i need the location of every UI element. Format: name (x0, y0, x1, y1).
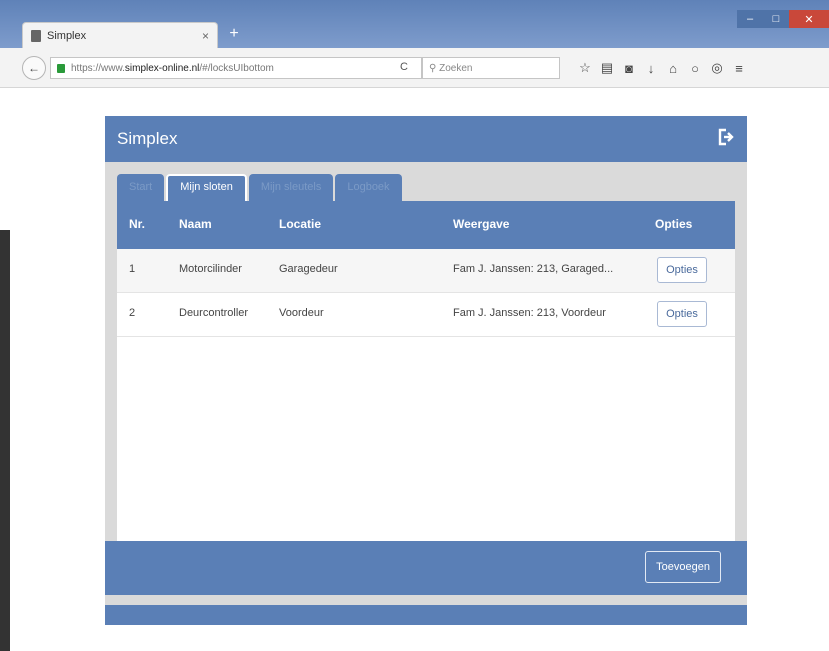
add-button[interactable]: Toevoegen (645, 551, 721, 583)
close-window-icon[interactable]: ✕ (789, 10, 829, 28)
back-button[interactable]: ← (22, 56, 46, 80)
simplex-app: Simplex Start Mijn sloten Mijn sleutels … (105, 116, 747, 625)
column-header-weergave: Weergave (453, 217, 510, 231)
cell-naam: Deurcontroller (179, 307, 249, 319)
tab-close-icon[interactable]: × (202, 29, 209, 43)
minimize-icon[interactable]: – (737, 10, 763, 28)
url-path: /#/locksUIbottom (199, 62, 274, 74)
tab-mijn-sleutels[interactable]: Mijn sleutels (248, 174, 334, 201)
tab-logboek[interactable]: Logboek (335, 174, 402, 201)
app-title: Simplex (117, 129, 178, 148)
column-header-opties: Opties (655, 217, 693, 231)
window-edge (0, 230, 10, 651)
search-icon: ⚲ (429, 62, 440, 74)
star-icon[interactable]: ☆ (574, 58, 596, 78)
url-prefix: https://www. (71, 62, 125, 74)
cell-nr: 2 (129, 307, 136, 319)
tab-mijn-sloten[interactable]: Mijn sloten (166, 174, 247, 201)
app-footer: Toevoegen (105, 541, 747, 595)
browser-titlebar: – □ ✕ Simplex × + (0, 0, 829, 48)
cell-weergave: Fam J. Janssen: 213, Garaged... (453, 263, 614, 275)
app-body: Start Mijn sloten Mijn sleutels Logboek … (105, 162, 747, 541)
column-header-locatie: Locatie (279, 217, 322, 231)
cell-locatie: Garagedeur (279, 263, 338, 275)
search-input[interactable]: ⚲ Zoeken (422, 57, 560, 79)
browser-tab-title: Simplex (47, 29, 87, 42)
app-header: Simplex (105, 116, 747, 162)
secure-lock-icon (57, 63, 65, 73)
library-icon[interactable]: ▤ (596, 58, 618, 78)
browser-tab[interactable]: Simplex × (22, 22, 218, 48)
app-bottom-bar (105, 605, 747, 625)
cell-locatie: Voordeur (279, 307, 324, 319)
url-domain: simplex-online.nl (124, 62, 200, 74)
cell-naam: Motorcilinder (179, 263, 242, 275)
cell-nr: 1 (129, 263, 136, 275)
column-header-nr: Nr. (129, 217, 146, 231)
lock-favicon-icon (31, 29, 41, 42)
reload-icon[interactable]: C (394, 57, 414, 77)
pocket-icon[interactable]: ◙ (618, 58, 640, 78)
search-placeholder: Zoeken (439, 62, 473, 74)
toolbar-icons: ☆ ▤ ◙ ↓ ⌂ ○ ◎ ≡ (574, 58, 750, 78)
new-tab-button[interactable]: + (224, 24, 244, 44)
app-tabs: Start Mijn sloten Mijn sleutels Logboek (117, 174, 402, 201)
locks-table: Nr. Naam Locatie Weergave Opties 1 Motor… (117, 201, 735, 541)
opties-button[interactable]: Opties (657, 257, 707, 283)
home-icon[interactable]: ⌂ (662, 58, 684, 78)
table-header: Nr. Naam Locatie Weergave Opties (117, 201, 735, 249)
opties-button[interactable]: Opties (657, 301, 707, 327)
chat-icon[interactable]: ○ (684, 58, 706, 78)
app-footer-gap (105, 595, 747, 605)
table-row: 2 Deurcontroller Voordeur Fam J. Janssen… (117, 293, 735, 337)
column-header-naam: Naam (179, 217, 212, 231)
tab-start[interactable]: Start (117, 174, 165, 201)
address-bar[interactable]: https://www. simplex-online.nl/#/locksUIb… (50, 57, 422, 79)
browser-toolbar: ← https://www. simplex-online.nl/#/locksU… (0, 48, 829, 88)
table-row: 1 Motorcilinder Garagedeur Fam J. Jansse… (117, 249, 735, 293)
cell-weergave: Fam J. Janssen: 213, Voordeur (453, 307, 606, 319)
logout-icon[interactable] (717, 128, 735, 146)
extension-icon[interactable]: ◎ (706, 58, 728, 78)
menu-icon[interactable]: ≡ (728, 58, 750, 78)
maximize-icon[interactable]: □ (763, 10, 789, 28)
window-controls: – □ ✕ (737, 10, 829, 28)
download-icon[interactable]: ↓ (640, 58, 662, 78)
